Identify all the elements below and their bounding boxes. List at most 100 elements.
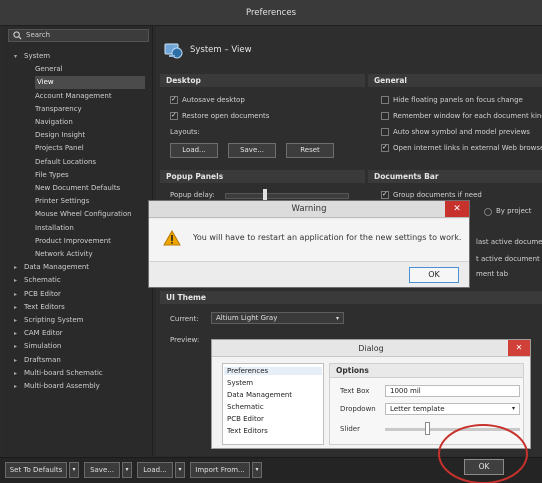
save-settings-button[interactable]: Save... bbox=[84, 462, 120, 478]
chevron-right-icon[interactable]: ▸ bbox=[14, 291, 17, 298]
chevron-right-icon[interactable]: ▸ bbox=[14, 343, 17, 350]
save-menu-chevron-icon[interactable]: ▾ bbox=[122, 462, 132, 478]
chevron-right-icon[interactable]: ▸ bbox=[14, 370, 17, 377]
sidebar-item[interactable]: Transparency bbox=[35, 103, 82, 116]
chevron-right-icon[interactable]: ▸ bbox=[14, 330, 17, 337]
sidebar-item[interactable]: Data Management bbox=[24, 261, 89, 274]
group-documents-checkbox[interactable] bbox=[381, 190, 389, 199]
sidebar-item[interactable]: CAM Editor bbox=[24, 327, 63, 340]
sidebar-item[interactable]: Navigation bbox=[35, 116, 73, 129]
sidebar-item[interactable]: Design Insight bbox=[35, 129, 85, 142]
chevron-down-icon: ▾ bbox=[511, 405, 515, 412]
general-option-checkbox[interactable] bbox=[381, 128, 389, 136]
autosave-label: Autosave desktop bbox=[182, 96, 245, 104]
restore-label: Restore open documents bbox=[182, 112, 270, 120]
preview-dialog-list: Preferences System Data Management Schem… bbox=[222, 363, 324, 445]
general-option-checkbox[interactable] bbox=[381, 96, 389, 104]
preview-list-item: System bbox=[227, 379, 254, 387]
view-page-icon bbox=[163, 40, 183, 62]
layout-save-button[interactable]: Save... bbox=[228, 143, 276, 158]
chevron-right-icon[interactable]: ▸ bbox=[14, 383, 17, 390]
preview-dropdown: Letter template ▾ bbox=[385, 403, 520, 415]
sidebar-item[interactable]: Mouse Wheel Configuration bbox=[35, 208, 132, 221]
chevron-down-icon: ▾ bbox=[335, 315, 339, 322]
import-menu-chevron-icon[interactable]: ▾ bbox=[252, 462, 262, 478]
preview-list-item: Schematic bbox=[227, 403, 264, 411]
search-icon bbox=[13, 31, 22, 42]
sidebar-item[interactable]: Multi-board Schematic bbox=[24, 367, 103, 380]
warning-message: You will have to restart an application … bbox=[193, 233, 462, 242]
sidebar-item[interactable]: PCB Editor bbox=[24, 288, 61, 301]
set-defaults-menu-chevron-icon[interactable]: ▾ bbox=[69, 462, 79, 478]
sidebar-item[interactable]: Multi-board Assembly bbox=[24, 380, 100, 393]
general-option-checkbox[interactable] bbox=[381, 112, 389, 120]
popup-delay-label: Popup delay: bbox=[170, 191, 215, 199]
window-title: Preferences bbox=[0, 0, 542, 26]
document-tab-label: ment tab bbox=[476, 270, 509, 278]
general-option-label: Auto show symbol and model previews bbox=[393, 128, 530, 136]
close-icon[interactable]: ✕ bbox=[445, 201, 469, 217]
sidebar-item[interactable]: General bbox=[35, 63, 63, 76]
restore-checkbox[interactable] bbox=[170, 111, 178, 120]
layout-reset-button[interactable]: Reset bbox=[286, 143, 334, 158]
theme-dropdown-value: Altium Light Gray bbox=[216, 314, 278, 322]
theme-dropdown[interactable]: Altium Light Gray ▾ bbox=[211, 312, 344, 324]
chevron-right-icon[interactable]: ▸ bbox=[14, 277, 17, 284]
last-active-document-label: last active document bbox=[476, 238, 542, 246]
theme-current-label: Current: bbox=[170, 315, 199, 323]
preview-dialog-title: Dialog bbox=[212, 340, 530, 357]
preview-dropdown-label: Dropdown bbox=[340, 405, 376, 413]
sidebar-item[interactable]: New Document Defaults bbox=[35, 182, 120, 195]
sidebar-item[interactable]: Account Management bbox=[35, 90, 112, 103]
preview-dropdown-value: Letter template bbox=[390, 405, 445, 413]
preview-options-header: Options bbox=[330, 364, 523, 378]
preview-slider-label: Slider bbox=[340, 425, 360, 433]
chevron-down-icon[interactable]: ▾ bbox=[14, 53, 17, 60]
load-menu-chevron-icon[interactable]: ▾ bbox=[175, 462, 185, 478]
sidebar-item[interactable]: Network Activity bbox=[35, 248, 93, 261]
sidebar-item[interactable]: Printer Settings bbox=[35, 195, 89, 208]
preview-textbox-label: Text Box bbox=[340, 387, 370, 395]
sidebar-item[interactable]: Text Editors bbox=[24, 301, 65, 314]
popup-delay-slider[interactable] bbox=[225, 193, 349, 199]
warning-footer: OK bbox=[149, 261, 469, 287]
sidebar-item[interactable]: Scripting System bbox=[24, 314, 83, 327]
warning-dialog: Warning ✕ You will have to restart an ap… bbox=[148, 200, 470, 288]
general-option-label: Remember window for each document kind bbox=[393, 112, 542, 120]
preview-list-item: Text Editors bbox=[227, 427, 268, 435]
load-settings-button[interactable]: Load... bbox=[137, 462, 173, 478]
sidebar-item[interactable]: View bbox=[35, 76, 145, 90]
general-option-label: Open internet links in external Web brow… bbox=[393, 144, 542, 152]
warning-title: Warning bbox=[149, 201, 469, 218]
popup-panels-header: Popup Panels bbox=[160, 170, 365, 183]
preview-list-item: Preferences bbox=[224, 367, 322, 375]
chevron-right-icon[interactable]: ▸ bbox=[14, 357, 17, 364]
sidebar-item[interactable]: Draftsman bbox=[24, 354, 61, 367]
close-icon: ✕ bbox=[508, 340, 530, 356]
warning-icon bbox=[163, 229, 181, 248]
chevron-right-icon[interactable]: ▸ bbox=[14, 304, 17, 311]
sidebar-item[interactable]: Simulation bbox=[24, 340, 61, 353]
general-option-checkbox[interactable] bbox=[381, 143, 389, 152]
sidebar-item[interactable]: System bbox=[24, 50, 50, 63]
warning-body: You will have to restart an application … bbox=[149, 219, 469, 261]
layout-load-button[interactable]: Load... bbox=[170, 143, 218, 158]
general-header: General bbox=[368, 74, 542, 87]
sidebar-item[interactable]: File Types bbox=[35, 169, 69, 182]
search-input[interactable]: Search bbox=[8, 29, 149, 42]
sidebar-item[interactable]: Default Locations bbox=[35, 156, 96, 169]
chevron-right-icon[interactable]: ▸ bbox=[14, 317, 17, 324]
theme-preview-label: Preview: bbox=[170, 336, 200, 344]
autosave-checkbox[interactable] bbox=[170, 95, 178, 104]
page-title: System – View bbox=[190, 45, 252, 55]
chevron-right-icon[interactable]: ▸ bbox=[14, 264, 17, 271]
warning-ok-button[interactable]: OK bbox=[409, 267, 459, 283]
by-project-radio[interactable] bbox=[484, 208, 492, 216]
sidebar-item[interactable]: Product Improvement bbox=[35, 235, 111, 248]
highlight-circle bbox=[438, 424, 528, 483]
sidebar-item[interactable]: Schematic bbox=[24, 274, 61, 287]
import-from-button[interactable]: Import From... bbox=[190, 462, 250, 478]
sidebar-item[interactable]: Installation bbox=[35, 222, 74, 235]
sidebar-item[interactable]: Projects Panel bbox=[35, 142, 84, 155]
set-to-defaults-button[interactable]: Set To Defaults bbox=[5, 462, 67, 478]
